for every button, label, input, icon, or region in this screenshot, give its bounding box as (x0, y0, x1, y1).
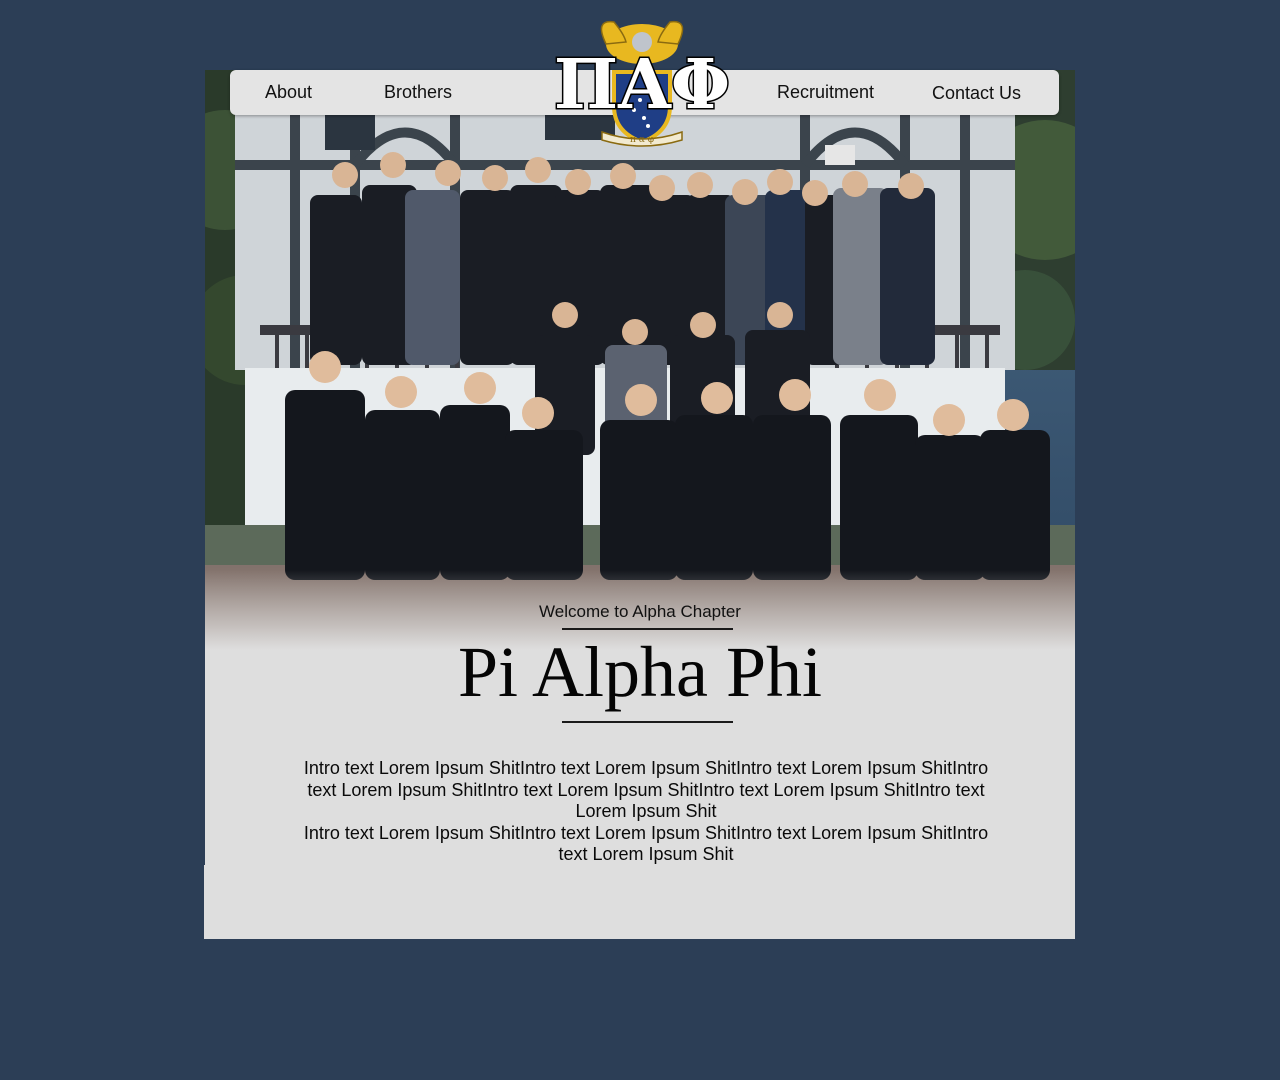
intro-text: Intro text Lorem Ipsum ShitIntro text Lo… (290, 758, 1002, 866)
intro-paragraph-1: Intro text Lorem Ipsum ShitIntro text Lo… (303, 758, 989, 821)
nav-contact-us[interactable]: Contact Us (932, 83, 1021, 104)
card-edge (204, 865, 206, 939)
page-title: Pi Alpha Phi (457, 632, 823, 712)
group-photo (205, 70, 1075, 650)
crest-letters: ΠΑΦ (554, 45, 730, 125)
nav-brothers[interactable]: Brothers (384, 82, 452, 103)
welcome-text: Welcome to Alpha Chapter (539, 602, 741, 621)
title-rule-bottom (562, 721, 733, 723)
intro-paragraph-2: Intro text Lorem Ipsum ShitIntro text Lo… (303, 822, 989, 865)
crest-motto: π α φ (630, 135, 654, 145)
nav-recruitment[interactable]: Recruitment (777, 82, 874, 103)
nav-about[interactable]: About (265, 82, 312, 103)
fraternity-crest-logo[interactable]: π α φ ΠΑΦ (552, 14, 732, 148)
